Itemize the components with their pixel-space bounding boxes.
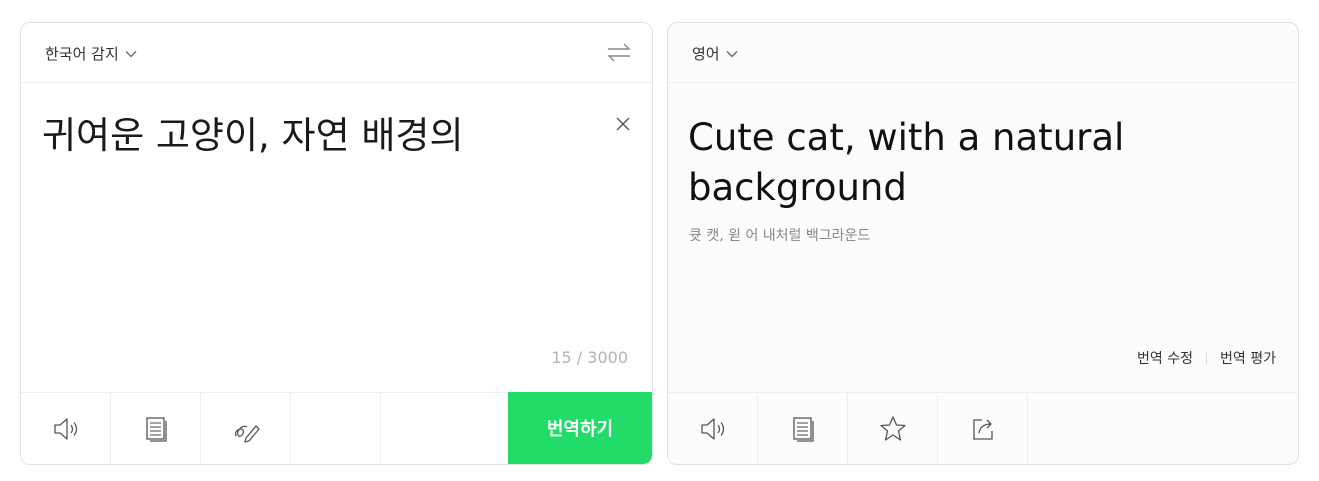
- target-copy-button[interactable]: [758, 393, 848, 464]
- source-copy-button[interactable]: [111, 393, 201, 464]
- target-panel-header: 영어: [668, 23, 1298, 83]
- edit-translation-link[interactable]: 번역 수정: [1137, 348, 1193, 368]
- copy-icon: [145, 416, 167, 442]
- target-panel: 영어 Cute cat, with a natural background 큣…: [667, 22, 1299, 465]
- pronunciation-text: 큣 캣, 윋 어 내처럴 백그라운드: [689, 228, 871, 244]
- target-listen-button[interactable]: [668, 393, 758, 464]
- source-panel-header: 한국어 감지: [21, 23, 652, 83]
- divider: [1206, 352, 1208, 364]
- share-button[interactable]: [938, 393, 1028, 464]
- copy-icon: [792, 416, 814, 442]
- target-toolbar: [668, 392, 1298, 464]
- target-language-select[interactable]: 영어: [692, 43, 739, 64]
- translation-feedback: 번역 수정 번역 평가: [1137, 348, 1276, 368]
- source-text-input[interactable]: 귀여운 고양이, 자연 배경의: [42, 111, 602, 161]
- target-language-label: 영어: [692, 45, 720, 63]
- chevron-down-icon: [726, 50, 738, 57]
- close-icon[interactable]: [614, 115, 632, 133]
- handwriting-button[interactable]: [201, 393, 291, 464]
- char-count: 15 / 3000: [551, 348, 628, 367]
- speaker-icon: [53, 417, 77, 440]
- translate-button[interactable]: 번역하기: [508, 392, 652, 464]
- handwriting-icon: [234, 424, 260, 443]
- share-icon: [972, 418, 993, 440]
- speaker-icon: [700, 417, 724, 440]
- star-icon: [879, 415, 906, 441]
- favorite-button[interactable]: [848, 393, 938, 464]
- translated-text: Cute cat, with a natural background: [688, 116, 1125, 209]
- source-language-label: 한국어 감지: [45, 45, 119, 63]
- source-panel: 한국어 감지 귀여운 고양이, 자연 배경의 15 / 3000 번역하기: [20, 22, 653, 465]
- swap-icon[interactable]: [606, 41, 632, 65]
- source-language-select[interactable]: 한국어 감지: [45, 43, 138, 64]
- chevron-down-icon: [125, 50, 137, 57]
- source-listen-button[interactable]: [21, 393, 111, 464]
- toolbar-spacer: [291, 393, 381, 464]
- rate-translation-link[interactable]: 번역 평가: [1220, 348, 1276, 368]
